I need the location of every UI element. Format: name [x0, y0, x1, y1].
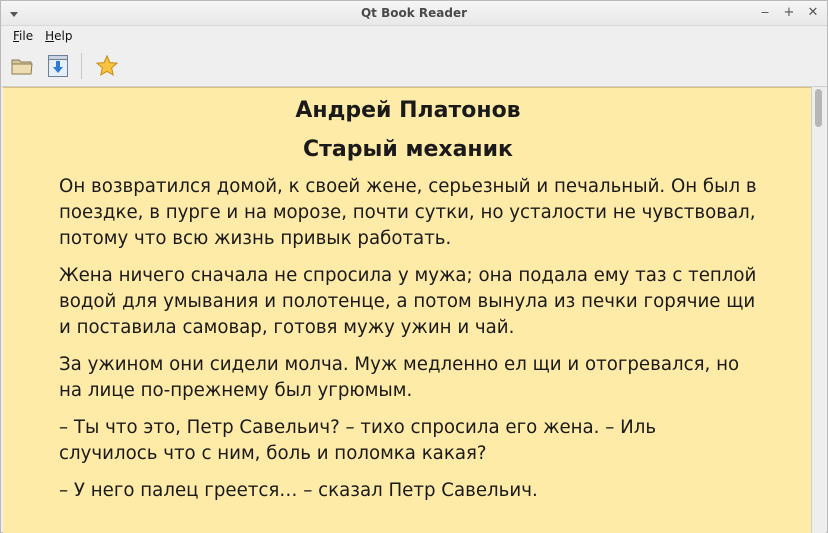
- minimize-button[interactable]: ‒: [757, 4, 773, 22]
- bookmark-button[interactable]: [92, 51, 122, 81]
- folder-open-icon: [11, 59, 33, 75]
- toolbar: [1, 46, 827, 87]
- paragraph: Он возвратился домой, к своей жене, серь…: [59, 176, 757, 249]
- paragraph: За ужином они сидели молча. Муж медленно…: [59, 354, 740, 401]
- paragraph: – У него палец греется… – сказал Петр Са…: [59, 480, 538, 501]
- window-title: Qt Book Reader: [360, 6, 468, 20]
- close-button[interactable]: ✕: [805, 4, 821, 22]
- star-icon: [95, 54, 119, 77]
- book-title: Старый механик: [303, 137, 513, 162]
- paragraph: Жена ничего сначала не спросила у мужа; …: [59, 265, 757, 338]
- save-button[interactable]: [43, 51, 73, 81]
- main-window: Qt Book Reader ‒ + ✕ File Help Андрей Пл…: [0, 0, 828, 533]
- vertical-scrollbar[interactable]: [811, 87, 826, 533]
- scrollbar-thumb[interactable]: [815, 89, 822, 127]
- menu-help-label: elp: [54, 29, 73, 43]
- menu-help[interactable]: Help: [39, 29, 78, 43]
- paragraph: – Ты что это, Петр Савельич? – тихо спро…: [59, 417, 657, 464]
- download-icon: [48, 55, 68, 77]
- menu-bar: File Help: [1, 26, 827, 46]
- menu-file[interactable]: File: [7, 29, 39, 43]
- book-author: Андрей Платонов: [295, 98, 521, 123]
- title-bar[interactable]: Qt Book Reader ‒ + ✕: [1, 1, 827, 26]
- menu-help-mnemonic: H: [45, 29, 55, 43]
- menu-file-label: ile: [19, 29, 34, 43]
- open-button[interactable]: [7, 51, 37, 81]
- toolbar-separator: [81, 53, 82, 79]
- maximize-button[interactable]: +: [781, 4, 797, 22]
- reader-view[interactable]: Андрей Платонов Старый механик Он возвра…: [3, 87, 813, 533]
